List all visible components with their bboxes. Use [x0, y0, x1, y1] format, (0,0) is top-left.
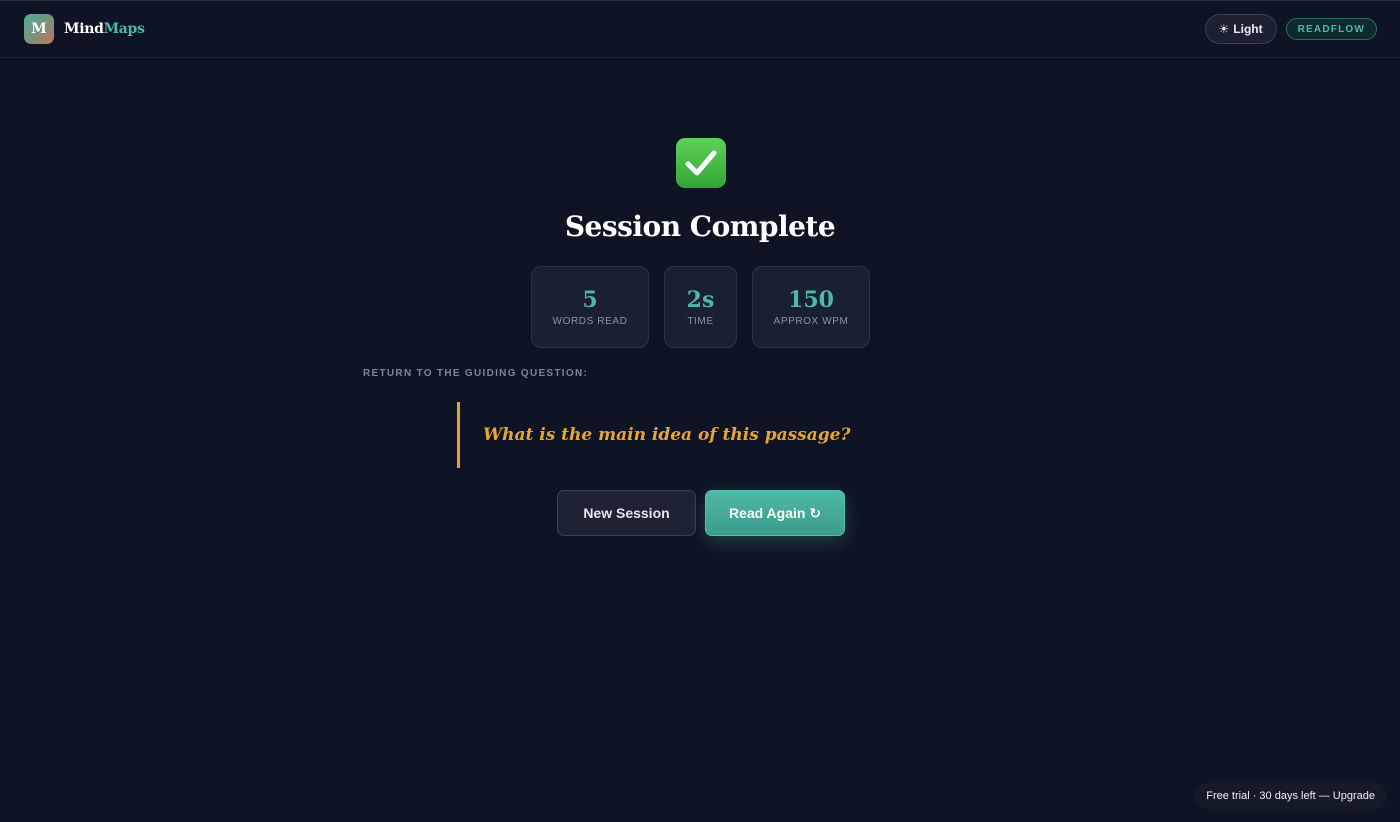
check-mark-icon	[676, 138, 726, 188]
stat-value: 2s	[686, 287, 715, 313]
brand[interactable]: M MindMaps	[24, 14, 145, 44]
new-session-button[interactable]: New Session	[557, 490, 696, 536]
stat-card-approx-wpm: 150 APPROX WPM	[752, 266, 870, 348]
guiding-question-label: RETURN TO THE GUIDING QUESTION:	[363, 368, 589, 379]
brand-name-part-1: Mind	[64, 21, 104, 37]
stat-card-words-read: 5 WORDS READ	[531, 266, 649, 348]
top-actions: ☀ Light READFLOW	[1204, 14, 1377, 44]
theme-toggle-button[interactable]: ☀ Light	[1204, 14, 1277, 44]
stat-card-time: 2s TIME	[664, 266, 737, 348]
brand-name-part-2: Maps	[103, 21, 145, 37]
app-badge[interactable]: READFLOW	[1285, 18, 1377, 40]
guiding-question: What is the main idea of this passage?	[457, 402, 937, 468]
stat-label: APPROX WPM	[773, 316, 849, 327]
stat-value: 5	[582, 287, 598, 313]
stat-value: 150	[788, 287, 834, 313]
theme-toggle-label: Light	[1233, 22, 1263, 36]
read-again-button[interactable]: Read Again ↻	[705, 490, 845, 536]
logo: M	[24, 14, 54, 44]
stat-label: TIME	[687, 316, 714, 327]
stat-label: WORDS READ	[552, 316, 628, 327]
page-title: Session Complete	[564, 210, 836, 243]
trial-banner[interactable]: Free trial · 30 days left — Upgrade	[1194, 783, 1387, 809]
top-bar: M MindMaps ☀ Light READFLOW	[0, 0, 1400, 58]
sun-icon: ☀	[1218, 22, 1230, 36]
brand-name: MindMaps	[64, 21, 145, 37]
